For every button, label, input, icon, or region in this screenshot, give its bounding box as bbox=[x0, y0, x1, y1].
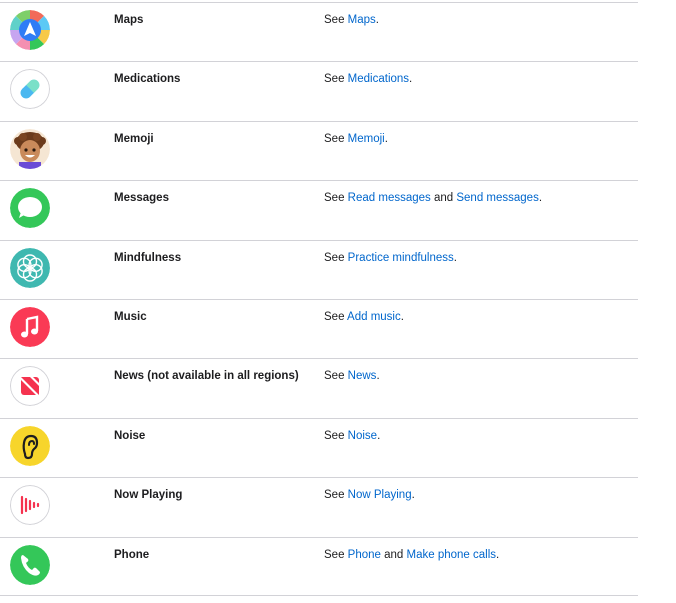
app-name: Noise bbox=[114, 429, 146, 442]
link-make-phone-calls[interactable]: Make phone calls bbox=[407, 549, 497, 561]
description-text: . bbox=[496, 548, 500, 561]
link-now-playing[interactable]: Now Playing bbox=[348, 489, 412, 501]
description-text: See bbox=[324, 548, 348, 561]
description: See Practice mindfulness. bbox=[324, 252, 457, 264]
description: See Maps. bbox=[324, 14, 379, 26]
app-name: Memoji bbox=[114, 132, 154, 145]
table-row-news: News (not available in all regions) See … bbox=[0, 358, 638, 417]
description-text: . bbox=[538, 192, 543, 205]
link-medications[interactable]: Medications bbox=[348, 73, 409, 85]
link-read-messages[interactable]: Read messages bbox=[348, 192, 431, 204]
table-row-maps: Maps See Maps. bbox=[0, 2, 638, 61]
description-text: . bbox=[409, 73, 413, 86]
table-row-noise: Noise See Noise. bbox=[0, 417, 638, 477]
link-phone[interactable]: Phone bbox=[348, 549, 381, 561]
app-name: Messages bbox=[114, 192, 169, 205]
description-text: . bbox=[376, 370, 380, 383]
app-name: Now Playing bbox=[114, 489, 183, 502]
medications-icon bbox=[10, 69, 50, 110]
table-row-messages: Messages See Read messages and Send mess… bbox=[0, 180, 638, 239]
description-text: See bbox=[324, 251, 348, 264]
mindfulness-icon bbox=[10, 247, 50, 288]
description: See Medications. bbox=[324, 73, 412, 85]
description-text: and bbox=[380, 548, 407, 561]
link-news[interactable]: News bbox=[348, 370, 377, 382]
messages-icon bbox=[10, 188, 50, 229]
description-text: . bbox=[377, 429, 381, 442]
table-row-memoji: Memoji See Memoji. bbox=[0, 120, 638, 180]
description: See Noise. bbox=[324, 430, 380, 442]
app-name: News (not available in all regions) bbox=[114, 370, 299, 383]
description-text: . bbox=[375, 14, 379, 26]
description-text: and bbox=[430, 192, 457, 205]
apps-table: Maps See Maps. Medications See Medicatio… bbox=[0, 2, 638, 596]
link-memoji[interactable]: Memoji bbox=[348, 133, 385, 145]
description: See Read messages and Send messages. bbox=[324, 192, 542, 204]
noise-icon bbox=[10, 425, 50, 466]
link-noise[interactable]: Noise bbox=[348, 430, 377, 442]
app-name: Phone bbox=[114, 548, 150, 561]
news-icon bbox=[10, 366, 50, 407]
phone-icon bbox=[10, 544, 50, 585]
link-add-music[interactable]: Add music bbox=[347, 311, 401, 323]
app-name: Mindfulness bbox=[114, 251, 182, 264]
table-row-mindfulness: Mindfulness See Practice mindfulness. bbox=[0, 239, 638, 299]
memoji-icon bbox=[10, 128, 50, 169]
table-row-music: Music See Add music. bbox=[0, 298, 638, 358]
description: See Memoji. bbox=[324, 133, 388, 145]
description: See News. bbox=[324, 370, 380, 382]
link-send-messages[interactable]: Send messages bbox=[456, 192, 538, 204]
description: See Now Playing. bbox=[324, 489, 415, 501]
table-row-phone: Phone See Phone and Make phone calls. bbox=[0, 536, 638, 596]
description-text: . bbox=[453, 251, 457, 264]
table-row-medications: Medications See Medications. bbox=[0, 61, 638, 120]
music-icon bbox=[10, 306, 50, 347]
description-text: See bbox=[324, 310, 348, 323]
description: See Phone and Make phone calls. bbox=[324, 549, 499, 561]
table-row-now-playing: Now Playing See Now Playing. bbox=[0, 477, 638, 536]
app-name: Music bbox=[114, 310, 147, 323]
app-name: Maps bbox=[114, 14, 144, 26]
description-text: . bbox=[400, 310, 404, 323]
description-text: . bbox=[411, 489, 415, 502]
description-text: See bbox=[324, 73, 348, 86]
now-playing-icon bbox=[10, 485, 50, 526]
description-text: See bbox=[324, 192, 348, 205]
description-text: See bbox=[324, 489, 348, 502]
app-name: Medications bbox=[114, 73, 181, 86]
description: See Add music. bbox=[324, 311, 404, 323]
maps-icon bbox=[10, 10, 50, 50]
description-text: See bbox=[324, 429, 348, 442]
description-text: . bbox=[384, 132, 388, 145]
description-text: See bbox=[324, 370, 348, 383]
link-practice-mindfulness[interactable]: Practice mindfulness bbox=[348, 252, 454, 264]
link-maps[interactable]: Maps bbox=[348, 14, 376, 26]
description-text: See bbox=[324, 14, 348, 26]
description-text: See bbox=[324, 132, 348, 145]
